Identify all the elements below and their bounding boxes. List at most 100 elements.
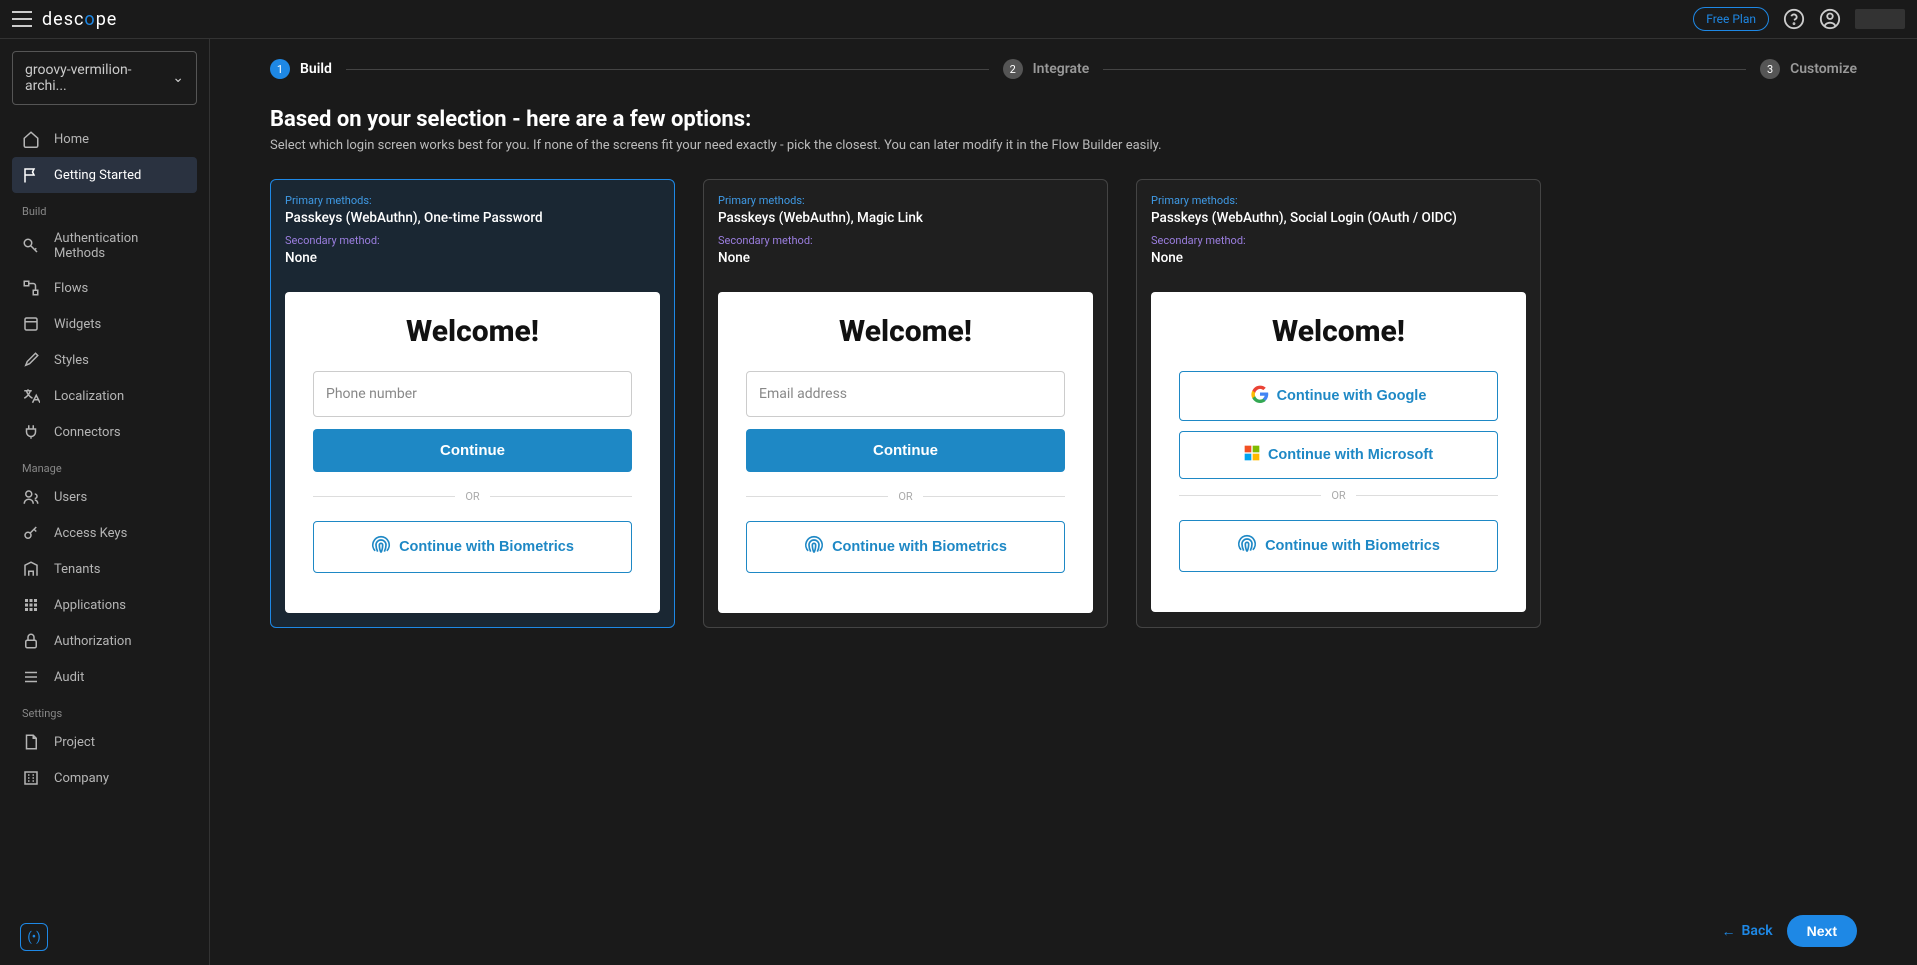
sidebar-item-access-keys[interactable]: Access Keys [12,515,197,551]
sidebar-item-label: Authentication Methods [54,231,187,261]
primary-methods-value: Passkeys (WebAuthn), Magic Link [718,210,1093,226]
google-button: Continue with Google [1179,371,1498,421]
sidebar-item-label: Access Keys [54,526,127,541]
sidebar-item-label: Styles [54,353,89,368]
lock-icon [22,632,40,650]
sidebar-section-title: Settings [12,695,197,724]
step-customize[interactable]: 3 Customize [1760,59,1857,79]
help-icon[interactable] [1783,8,1805,30]
sidebar-item-widgets[interactable]: Widgets [12,306,197,342]
sidebar-item-home[interactable]: Home [12,121,197,157]
sidebar-item-label: Tenants [54,562,100,577]
fingerprint-icon [1237,534,1257,558]
project-selector[interactable]: groovy-vermilion-archi... ⌄ [12,51,197,105]
step-integrate[interactable]: 2 Integrate [1003,59,1090,79]
primary-methods-label: Primary methods: [1151,194,1526,207]
option-card-1[interactable]: Primary methods: Passkeys (WebAuthn), On… [270,179,675,628]
sidebar-item-label: Project [54,735,95,750]
sidebar-item-getting-started[interactable]: Getting Started [12,157,197,193]
welcome-heading: Welcome! [839,314,972,349]
secondary-method-value: None [285,250,660,266]
biometrics-button: Continue with Biometrics [313,521,632,573]
sidebar-item-audit[interactable]: Audit [12,659,197,695]
fingerprint-icon [371,535,391,559]
home-icon [22,130,40,148]
biometrics-button: Continue with Biometrics [1179,520,1498,572]
sidebar-item-authorization[interactable]: Authorization [12,623,197,659]
menu-icon[interactable] [12,11,32,27]
primary-methods-label: Primary methods: [718,194,1093,207]
translate-icon [22,387,40,405]
chevron-down-icon: ⌄ [172,70,184,86]
back-button[interactable]: ← Back [1722,923,1773,940]
arrow-left-icon: ← [1722,923,1736,940]
sidebar-section-title: Build [12,193,197,222]
flag-icon [22,166,40,184]
sidebar-item-label: Authorization [54,634,132,649]
sidebar-item-label: Flows [54,281,88,296]
sidebar-item-label: Audit [54,670,84,685]
sidebar-item-styles[interactable]: Styles [12,342,197,378]
option-card-3[interactable]: Primary methods: Passkeys (WebAuthn), So… [1136,179,1541,628]
key-round-icon [22,524,40,542]
sidebar-item-localization[interactable]: Localization [12,378,197,414]
sidebar-item-users[interactable]: Users [12,479,197,515]
logo: descope [42,9,117,30]
preview-input: Email address [746,371,1065,417]
login-preview: Welcome! Continue with GoogleContinue wi… [1151,292,1526,612]
step-number: 1 [270,59,290,79]
sidebar-item-label: Home [54,132,89,147]
sidebar-item-company[interactable]: Company [12,760,197,796]
or-divider: OR [313,490,632,503]
next-button[interactable]: Next [1787,915,1857,947]
continue-button: Continue [746,429,1065,472]
sidebar-item-tenants[interactable]: Tenants [12,551,197,587]
page-subheading: Select which login screen works best for… [270,138,1857,153]
building-icon [22,560,40,578]
company-icon [22,769,40,787]
sidebar-item-label: Widgets [54,317,101,332]
step-label: Integrate [1033,61,1090,77]
user-label[interactable] [1855,9,1905,29]
users-icon [22,488,40,506]
option-card-2[interactable]: Primary methods: Passkeys (WebAuthn), Ma… [703,179,1108,628]
sidebar-item-label: Connectors [54,425,121,440]
microsoft-button: Continue with Microsoft [1179,431,1498,479]
secondary-method-label: Secondary method: [285,234,660,247]
sidebar-item-label: Applications [54,598,126,613]
login-preview: Welcome! Email address Continue OR Conti… [718,292,1093,613]
sidebar-item-connectors[interactable]: Connectors [12,414,197,450]
free-plan-button[interactable]: Free Plan [1693,7,1769,31]
topbar: descope Free Plan [0,0,1917,39]
widget-icon [22,315,40,333]
fingerprint-icon [804,535,824,559]
step-label: Build [300,61,332,77]
file-icon [22,733,40,751]
primary-methods-label: Primary methods: [285,194,660,207]
sidebar-item-label: Company [54,771,109,786]
sidebar-item-authentication-methods[interactable]: Authentication Methods [12,222,197,270]
step-label: Customize [1790,61,1857,77]
sidebar-item-label: Getting Started [54,168,141,183]
step-number: 2 [1003,59,1023,79]
sidebar-item-flows[interactable]: Flows [12,270,197,306]
step-build[interactable]: 1 Build [270,59,332,79]
account-icon[interactable] [1819,8,1841,30]
key-icon [22,237,40,255]
chat-icon[interactable]: (•) [20,923,48,951]
secondary-method-label: Secondary method: [718,234,1093,247]
sidebar-item-applications[interactable]: Applications [12,587,197,623]
sidebar-item-project[interactable]: Project [12,724,197,760]
sidebar: groovy-vermilion-archi... ⌄ Home Getting … [0,39,210,965]
sidebar-item-label: Localization [54,389,124,404]
secondary-method-value: None [718,250,1093,266]
brush-icon [22,351,40,369]
microsoft-icon [1244,445,1260,465]
step-number: 3 [1760,59,1780,79]
flows-icon [22,279,40,297]
google-icon [1251,385,1269,407]
plug-icon [22,423,40,441]
secondary-method-label: Secondary method: [1151,234,1526,247]
content: 1Build2Integrate3Customize Based on your… [210,39,1917,965]
secondary-method-value: None [1151,250,1526,266]
